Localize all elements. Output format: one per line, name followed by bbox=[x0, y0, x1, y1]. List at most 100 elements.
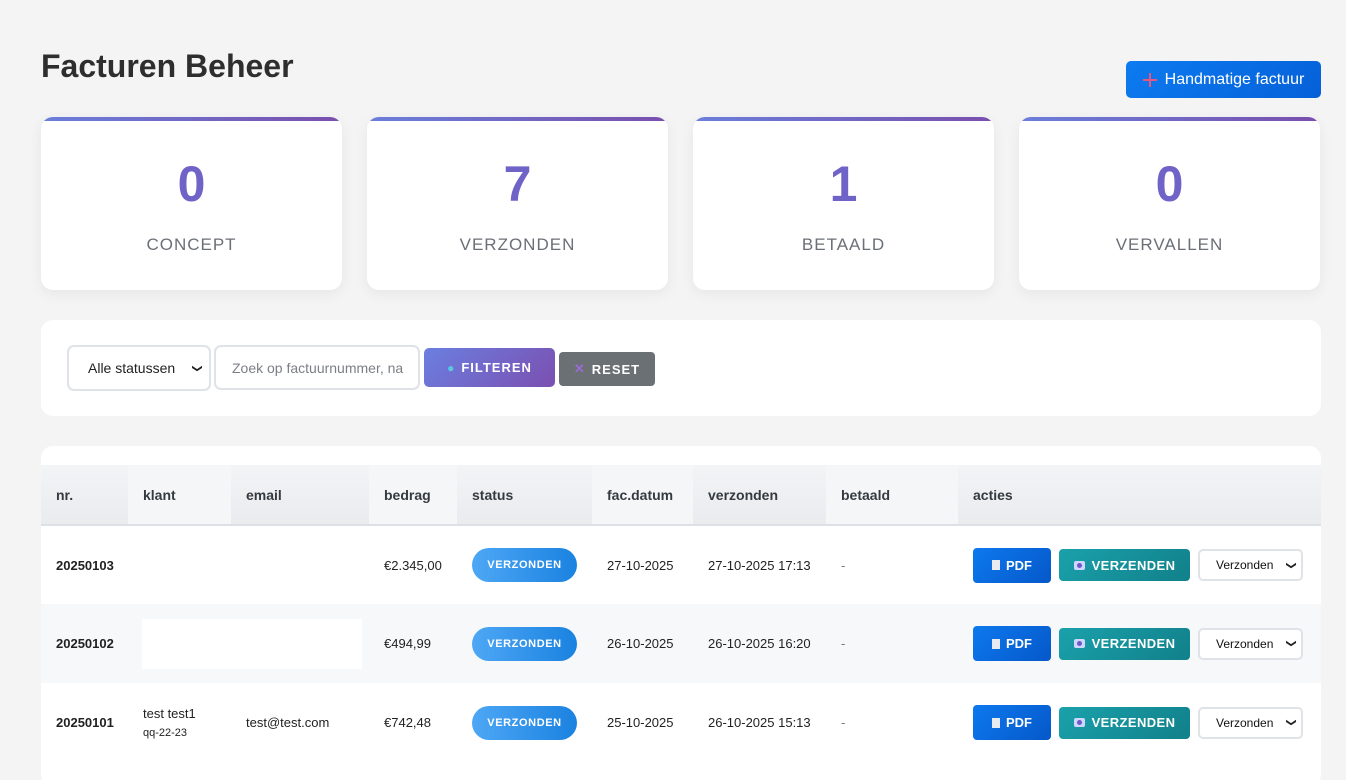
pdf-button-label: PDF bbox=[1006, 715, 1032, 730]
pdf-button-label: PDF bbox=[1006, 557, 1032, 573]
send-button[interactable]: VERZENDEN bbox=[1059, 627, 1190, 660]
column-header-email: email bbox=[231, 465, 369, 526]
stat-label: BETAALD bbox=[801, 235, 886, 254]
close-icon: ✕ bbox=[573, 361, 586, 376]
status-select-value: Verzonden bbox=[1216, 715, 1274, 730]
status-select[interactable]: Verzonden ❯ bbox=[1198, 706, 1303, 739]
blank-customer-box bbox=[142, 618, 362, 669]
chevron-down-icon: ❯ bbox=[1285, 639, 1297, 648]
invoice-date-cell: 27-10-2025 bbox=[607, 557, 674, 573]
status-select[interactable]: Verzonden ❯ bbox=[1198, 549, 1303, 581]
pdf-button[interactable]: PDF bbox=[973, 547, 1051, 583]
send-button-label: VERZENDEN bbox=[1091, 557, 1176, 573]
status-filter-select[interactable]: Alle statussen ❯ bbox=[67, 345, 211, 391]
status-select-value: Verzonden bbox=[1216, 558, 1274, 572]
table-row: 20250103 €2.345,00 VERZONDEN 27-10-2025 … bbox=[41, 525, 1321, 604]
stat-value: 0 bbox=[177, 156, 206, 212]
camera-icon bbox=[1073, 639, 1085, 648]
status-cell: VERZONDEN bbox=[457, 683, 592, 762]
amount-cell: €2.345,00 bbox=[384, 557, 442, 573]
sent-date-cell: 26-10-2025 16:20 bbox=[693, 604, 826, 683]
send-button[interactable]: VERZENDEN bbox=[1059, 706, 1190, 739]
filter-panel: Alle statussen ❯ ● FILTEREN ✕ RESET bbox=[41, 320, 1321, 416]
column-header-bedrag: bedrag bbox=[369, 465, 457, 526]
add-manual-invoice-label: Handmatige factuur bbox=[1164, 70, 1305, 88]
reset-button[interactable]: ✕ RESET bbox=[559, 352, 655, 386]
stat-card-betaald: 1 BETAALD bbox=[693, 117, 994, 290]
paid-date-cell: - bbox=[841, 557, 846, 573]
status-badge: VERZONDEN bbox=[472, 705, 577, 740]
stat-value: 0 bbox=[1155, 156, 1184, 212]
stat-card-vervallen: 0 VERVALLEN bbox=[1019, 117, 1320, 290]
actions-cell: PDF VERZENDEN Verzonden ❯ bbox=[958, 683, 1321, 762]
paid-date-cell: - bbox=[841, 715, 846, 730]
chevron-down-icon: ❯ bbox=[1285, 718, 1297, 727]
send-button[interactable]: VERZENDEN bbox=[1059, 549, 1190, 581]
invoice-date-cell: 26-10-2025 bbox=[592, 604, 693, 683]
column-header-nr: nr. bbox=[41, 465, 128, 526]
sent-date-cell: 27-10-2025 17:13 bbox=[708, 557, 811, 573]
status-select[interactable]: Verzonden ❯ bbox=[1198, 627, 1303, 660]
column-header-acties: acties bbox=[958, 465, 1321, 526]
chevron-down-icon: ❯ bbox=[1285, 560, 1297, 570]
pdf-button[interactable]: PDF bbox=[973, 705, 1051, 740]
chevron-down-icon: ❯ bbox=[191, 363, 203, 373]
stat-label: CONCEPT bbox=[146, 235, 237, 254]
klant-email-cell bbox=[128, 604, 369, 683]
page-title: Facturen Beheer bbox=[41, 48, 294, 84]
actions-cell: PDF VERZENDEN Verzonden ❯ bbox=[958, 604, 1321, 683]
plus-icon bbox=[1142, 72, 1157, 87]
invoice-table: nr. klant email bedrag status fac.datum … bbox=[41, 465, 1321, 762]
pdf-button-label: PDF bbox=[1006, 636, 1032, 651]
stat-value: 7 bbox=[503, 156, 532, 212]
invoice-table-panel: nr. klant email bedrag status fac.datum … bbox=[41, 446, 1321, 780]
customer-plate: qq-22-23 bbox=[143, 727, 188, 739]
status-filter-value: Alle statussen bbox=[88, 360, 176, 376]
status-select-value: Verzonden bbox=[1216, 636, 1274, 651]
document-icon bbox=[992, 638, 1000, 649]
table-row: 20250101 test test1 qq-22-23 test@test.c… bbox=[41, 683, 1321, 762]
amount-cell: €494,99 bbox=[369, 604, 457, 683]
search-input[interactable] bbox=[214, 345, 420, 390]
add-manual-invoice-button[interactable]: Handmatige factuur bbox=[1126, 61, 1321, 98]
status-cell: VERZONDEN bbox=[457, 604, 592, 683]
email-cell bbox=[231, 525, 369, 604]
column-header-betaald: betaald bbox=[826, 465, 958, 526]
paid-date-cell: - bbox=[826, 604, 958, 683]
invoice-date-cell: 25-10-2025 bbox=[607, 715, 674, 730]
amount-cell: €742,48 bbox=[384, 715, 431, 730]
table-row: 20250102 €494,99 VERZONDEN 26-10-2025 26… bbox=[41, 604, 1321, 683]
customer-name: test test1 bbox=[143, 706, 196, 721]
document-icon bbox=[992, 717, 1000, 728]
reset-button-label: RESET bbox=[591, 361, 641, 377]
klant-cell bbox=[128, 525, 231, 604]
stat-label: VERZONDEN bbox=[459, 235, 576, 254]
stat-label: VERVALLEN bbox=[1115, 235, 1224, 254]
stat-value: 1 bbox=[829, 156, 858, 212]
klant-cell: test test1 qq-22-23 bbox=[128, 683, 231, 762]
column-header-verzonden: verzonden bbox=[693, 465, 826, 526]
document-icon bbox=[992, 560, 1000, 570]
filter-button-label: FILTEREN bbox=[461, 360, 532, 375]
filter-button[interactable]: ● FILTEREN bbox=[424, 348, 555, 387]
invoice-number: 20250101 bbox=[56, 715, 114, 730]
stat-card-verzonden: 7 VERZONDEN bbox=[367, 117, 668, 290]
invoice-number: 20250102 bbox=[41, 604, 128, 683]
column-header-fac-datum: fac.datum bbox=[592, 465, 693, 526]
stat-card-concept: 0 CONCEPT bbox=[41, 117, 342, 290]
status-badge: VERZONDEN bbox=[472, 626, 577, 661]
send-button-label: VERZENDEN bbox=[1091, 636, 1176, 651]
sent-date-cell: 26-10-2025 15:13 bbox=[708, 715, 811, 730]
table-header-row: nr. klant email bedrag status fac.datum … bbox=[41, 465, 1321, 526]
actions-cell: PDF VERZENDEN Verzonden ❯ bbox=[958, 525, 1321, 604]
pdf-button[interactable]: PDF bbox=[973, 626, 1051, 661]
status-badge: VERZONDEN bbox=[472, 548, 577, 582]
invoice-number: 20250103 bbox=[56, 557, 114, 573]
column-header-status: status bbox=[457, 465, 592, 526]
status-cell: VERZONDEN bbox=[457, 525, 592, 604]
email-cell: test@test.com bbox=[246, 715, 330, 730]
column-header-klant: klant bbox=[128, 465, 231, 526]
camera-icon bbox=[1073, 560, 1085, 570]
search-icon: ● bbox=[447, 360, 456, 375]
send-button-label: VERZENDEN bbox=[1091, 715, 1176, 730]
